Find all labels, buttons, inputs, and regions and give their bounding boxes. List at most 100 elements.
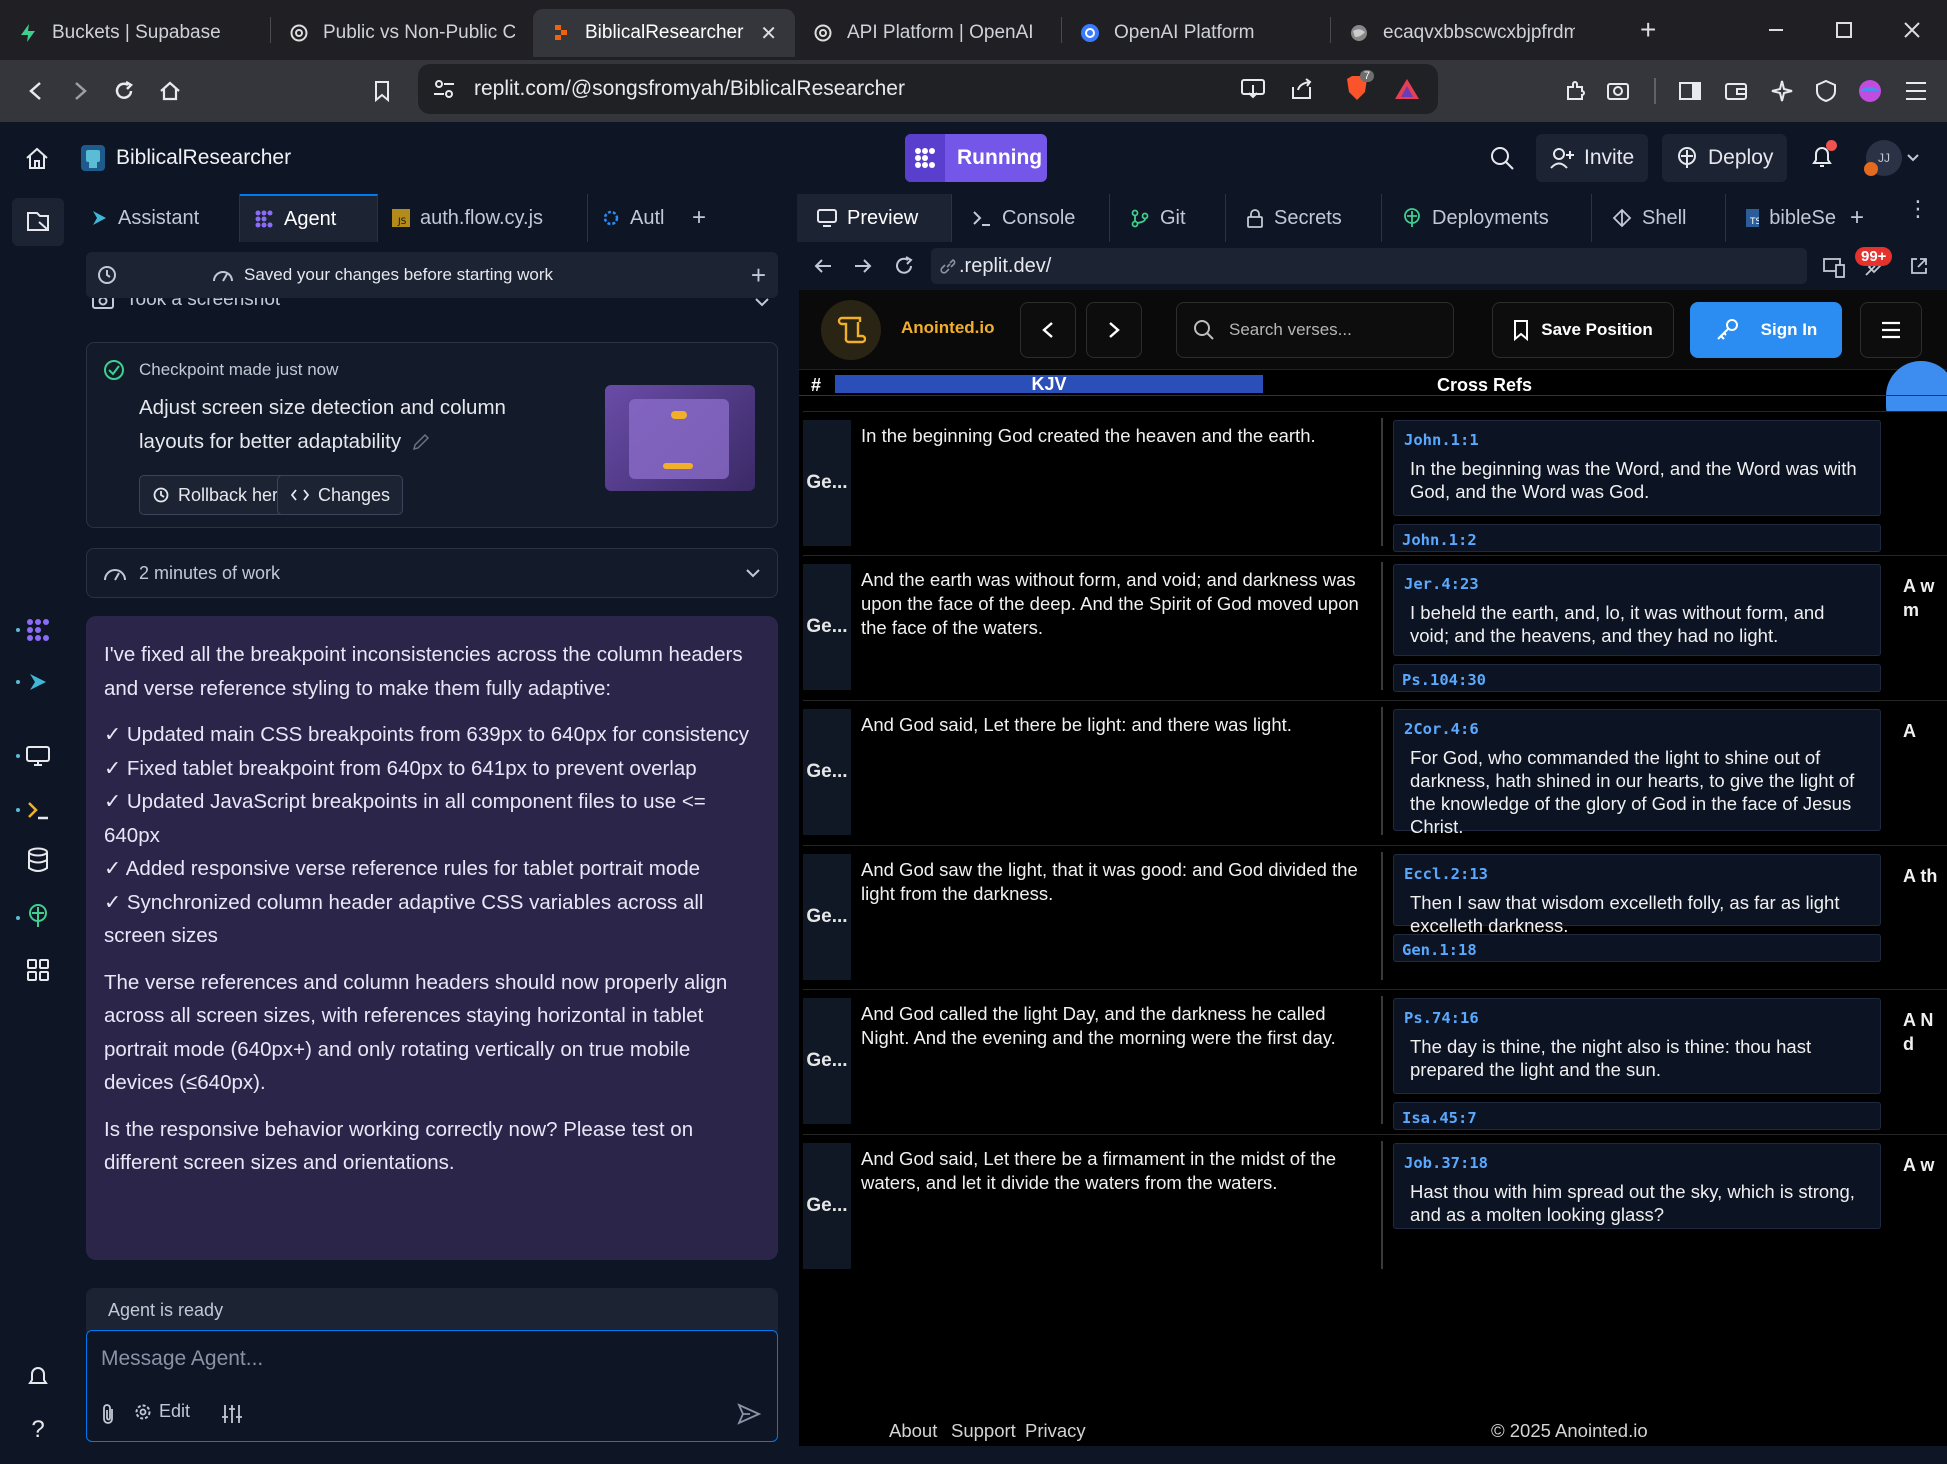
tab-biblesearch-file[interactable]: TS bibleSe bbox=[1726, 194, 1856, 242]
more-options-icon[interactable]: ⋮ bbox=[1907, 198, 1929, 220]
maximize-button[interactable] bbox=[1810, 0, 1878, 60]
cross-ref-link[interactable]: John.1:2 bbox=[1393, 524, 1881, 552]
install-app-icon[interactable] bbox=[1240, 77, 1266, 101]
table-row[interactable]: Ge... And God saw the light, that it was … bbox=[803, 845, 1947, 983]
browser-tab-openai-platform[interactable]: OpenAI Platform bbox=[1062, 9, 1330, 57]
previous-chapter-button[interactable] bbox=[1020, 302, 1076, 358]
file-tree-icon[interactable] bbox=[22, 206, 54, 238]
brand-logo[interactable] bbox=[821, 300, 881, 360]
pencil-icon[interactable] bbox=[411, 432, 431, 452]
cross-ref-link[interactable]: Eccl.2:13 bbox=[1394, 855, 1880, 883]
run-button[interactable]: Running bbox=[905, 134, 1047, 182]
paperclip-icon[interactable] bbox=[99, 1403, 117, 1425]
cross-ref-link[interactable]: Gen.1:18 bbox=[1393, 934, 1881, 962]
changes-button[interactable]: Changes bbox=[277, 475, 404, 515]
project-name[interactable]: BiblicalResearcher bbox=[116, 146, 291, 170]
cross-ref-card[interactable]: Job.37:18 Hast thou with him spread out t… bbox=[1393, 1143, 1881, 1229]
leo-ai-button[interactable] bbox=[1762, 71, 1802, 111]
back-arrow-icon[interactable] bbox=[813, 256, 833, 276]
tab-agent[interactable]: Agent bbox=[240, 194, 378, 242]
tab-deployments[interactable]: Deployments bbox=[1382, 194, 1592, 242]
send-icon[interactable] bbox=[737, 1403, 761, 1425]
new-chat-button[interactable]: + bbox=[751, 260, 766, 291]
cross-ref-link[interactable]: Job.37:18 bbox=[1394, 1144, 1880, 1172]
tab-assistant[interactable]: Assistant bbox=[76, 194, 240, 242]
vpn-button[interactable] bbox=[1806, 71, 1846, 111]
browser-tab-api-platform[interactable]: API Platform | OpenAI bbox=[795, 9, 1061, 57]
screenshot-button[interactable] bbox=[1598, 71, 1638, 111]
reload-button[interactable] bbox=[104, 71, 144, 111]
invite-button[interactable]: Invite bbox=[1536, 134, 1649, 182]
browser-tab-biblicalresearcher[interactable]: BiblicalResearcher - ✕ bbox=[533, 9, 795, 57]
add-tab-button[interactable]: + bbox=[1850, 204, 1864, 232]
help-icon[interactable]: ? bbox=[22, 1414, 54, 1446]
open-new-tab-icon[interactable] bbox=[1909, 256, 1929, 276]
database-icon[interactable] bbox=[22, 844, 54, 876]
checkpoint-screenshot-thumbnail[interactable] bbox=[605, 385, 755, 491]
share-icon[interactable] bbox=[1290, 77, 1314, 101]
minimize-button[interactable] bbox=[1742, 0, 1810, 60]
home-button[interactable] bbox=[150, 71, 190, 111]
screenshot-step[interactable]: Took a screenshot bbox=[92, 298, 772, 320]
work-duration-row[interactable]: 2 minutes of work bbox=[86, 548, 778, 598]
back-button[interactable] bbox=[16, 71, 56, 111]
bookmark-button[interactable] bbox=[362, 71, 402, 111]
verse-ref[interactable]: Ge... bbox=[803, 420, 851, 546]
alerts-bell-icon[interactable] bbox=[22, 1360, 54, 1392]
next-chapter-button[interactable] bbox=[1086, 302, 1142, 358]
sidebar-toggle-button[interactable] bbox=[1670, 71, 1710, 111]
browser-tab-chatgpt[interactable]: Public vs Non-Public Cor bbox=[271, 9, 533, 57]
cross-ref-link[interactable]: 2Cor.4:6 bbox=[1394, 710, 1880, 738]
history-icon[interactable] bbox=[96, 264, 118, 286]
agent-icon[interactable] bbox=[22, 614, 54, 646]
verse-ref[interactable]: Ge... bbox=[803, 1143, 851, 1269]
brave-rewards-icon[interactable] bbox=[1394, 77, 1420, 101]
tab-console[interactable]: Console bbox=[952, 194, 1110, 242]
footer-link-support[interactable]: Support bbox=[951, 1420, 1016, 1442]
profile-button[interactable] bbox=[1850, 71, 1890, 111]
deploy-button[interactable]: Deploy bbox=[1662, 134, 1788, 182]
search-icon[interactable] bbox=[1490, 146, 1514, 170]
close-tab-icon[interactable]: ✕ bbox=[760, 21, 777, 46]
message-input[interactable] bbox=[101, 1347, 701, 1371]
assistant-icon[interactable] bbox=[22, 666, 54, 698]
table-row[interactable]: Ge... In the beginning God created the he… bbox=[803, 411, 1947, 552]
search-verses-input[interactable] bbox=[1229, 320, 1429, 340]
tab-secrets[interactable]: Secrets bbox=[1226, 194, 1382, 242]
cross-ref-link[interactable]: Ps.104:30 bbox=[1393, 664, 1881, 692]
cross-ref-card[interactable]: John.1:1 In the beginning was the Word, a… bbox=[1393, 420, 1881, 516]
cross-ref-link[interactable]: Isa.45:7 bbox=[1393, 1102, 1881, 1130]
webapp-menu-button[interactable] bbox=[1860, 302, 1922, 358]
browser-tab-supabase[interactable]: Buckets | Supabase bbox=[0, 9, 270, 57]
tab-auth-flow-file[interactable]: JS auth.flow.cy.js bbox=[378, 194, 588, 242]
all-tools-grid-icon[interactable] bbox=[22, 954, 54, 986]
cross-ref-link[interactable]: Ps.74:16 bbox=[1394, 999, 1880, 1027]
table-row[interactable]: Ge... And God called the light Day, and t… bbox=[803, 989, 1947, 1130]
brand-name[interactable]: Anointed.io bbox=[901, 318, 994, 338]
extensions-button[interactable] bbox=[1556, 71, 1596, 111]
wallet-button[interactable] bbox=[1716, 71, 1756, 111]
forward-arrow-icon[interactable] bbox=[853, 256, 873, 276]
edit-mode-button[interactable]: Edit bbox=[133, 1401, 190, 1422]
tab-shell[interactable]: Shell bbox=[1592, 194, 1726, 242]
devices-icon[interactable] bbox=[1823, 256, 1845, 278]
table-row[interactable]: Ge... And God said, Let there be light: a… bbox=[803, 700, 1947, 838]
footer-link-about[interactable]: About bbox=[889, 1420, 937, 1442]
preview-monitor-icon[interactable] bbox=[22, 740, 54, 772]
brave-shields-button[interactable]: 7 bbox=[1344, 70, 1375, 102]
cross-ref-card[interactable]: Ps.74:16 The day is thine, the night also… bbox=[1393, 998, 1881, 1094]
deployments-icon[interactable] bbox=[22, 900, 54, 932]
address-bar[interactable]: replit.com/@songsfromyah/BiblicalResearc… bbox=[418, 64, 1438, 114]
home-icon[interactable] bbox=[24, 146, 50, 172]
cross-ref-card[interactable]: 2Cor.4:6 For God, who commanded the light… bbox=[1393, 709, 1881, 837]
sliders-icon[interactable] bbox=[221, 1403, 243, 1425]
chevron-down-icon[interactable] bbox=[1906, 153, 1920, 163]
new-tab-button[interactable]: + bbox=[1640, 14, 1656, 46]
verse-ref[interactable]: Ge... bbox=[803, 564, 851, 690]
add-tab-button[interactable]: + bbox=[686, 204, 706, 232]
tab-preview[interactable]: Preview bbox=[797, 194, 952, 242]
save-position-button[interactable]: Save Position bbox=[1492, 302, 1674, 358]
sign-in-button[interactable]: Sign In bbox=[1690, 302, 1842, 358]
avatar[interactable]: JJ bbox=[1864, 140, 1902, 176]
close-window-button[interactable] bbox=[1878, 0, 1946, 60]
